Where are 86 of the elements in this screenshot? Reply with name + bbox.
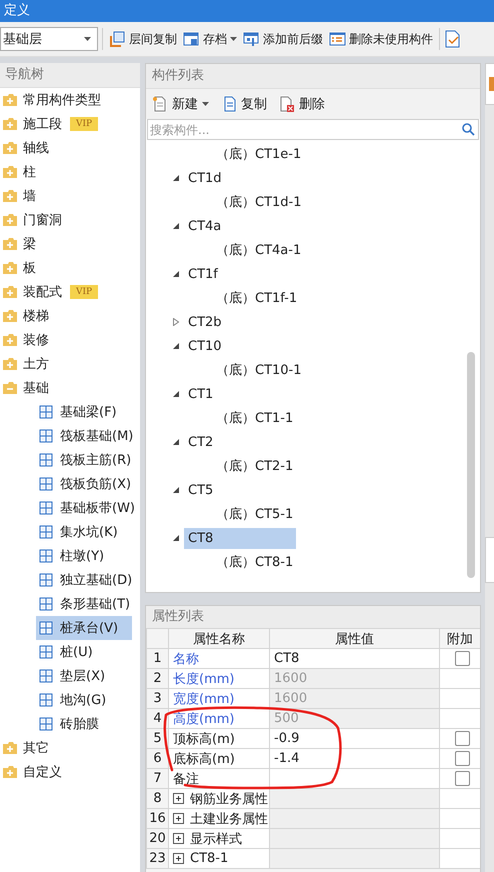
tree-item[interactable]: 柱 (0, 160, 36, 184)
panel-title: 属性列表 (146, 606, 480, 628)
toolbar-button[interactable]: 删除未使用构件 (327, 28, 435, 50)
property-name: 名称 (168, 648, 270, 668)
tree-item[interactable]: 自定义 (0, 760, 62, 784)
tree-item[interactable]: CT1 (184, 384, 218, 404)
toolbar-button[interactable]: 层间复制 (107, 28, 179, 50)
row-number: 16 (146, 808, 168, 828)
tree-item[interactable]: 楼梯 (0, 304, 49, 328)
property-group: 显示样式 (190, 830, 242, 848)
tree-item[interactable]: CT8 (184, 528, 296, 548)
column-header: 属性名称 (168, 628, 270, 648)
tree-item[interactable]: 墙 (0, 184, 36, 208)
tree-item[interactable]: （底）CT2-1 (212, 454, 298, 478)
property-group: 钢筋业务属性 (190, 790, 268, 808)
toolbar-button[interactable]: 删除 (277, 93, 327, 115)
tree-item[interactable]: 筏板主筋(R) (36, 448, 132, 472)
tree-item[interactable]: 板 (0, 256, 36, 280)
property-name: 高度(mm) (168, 708, 270, 728)
tree-item[interactable]: 筏板负筋(X) (36, 472, 132, 496)
tree-item[interactable]: 基础梁(F) (36, 400, 132, 424)
panel-title: 导航树 (0, 63, 140, 88)
tree-item[interactable]: 垫层(X) (36, 664, 132, 688)
tree-item[interactable]: 基础 (0, 376, 49, 400)
row-number: 6 (146, 748, 168, 768)
column-header: 属性值 (270, 628, 440, 648)
row-number: 8 (146, 788, 168, 808)
tree-item[interactable]: CT1f (184, 264, 222, 284)
tree-item[interactable]: CT5 (184, 480, 218, 500)
tree-item[interactable]: 装配式 (0, 280, 62, 304)
tree-item[interactable]: CT1d (184, 168, 226, 188)
tree-item[interactable]: 轴线 (0, 136, 49, 160)
tree-item[interactable]: 施工段 (0, 112, 62, 136)
tree-item[interactable]: （底）CT1f-1 (212, 286, 302, 310)
tree-item[interactable]: 独立基础(D) (36, 568, 132, 592)
tree-item[interactable]: （底）CT4a-1 (212, 238, 306, 262)
property-name: 备注 (168, 768, 270, 788)
property-name: 顶标高(m) (168, 728, 270, 748)
tree-item[interactable]: 条形基础(T) (36, 592, 132, 616)
property-group: CT8-1 (190, 851, 228, 866)
window-title: 定义 (3, 2, 30, 20)
tree-item[interactable]: 筏板基础(M) (36, 424, 132, 448)
tree-item[interactable]: 装修 (0, 328, 49, 352)
tree-item[interactable]: 其它 (0, 736, 49, 760)
value-cell[interactable]: -0.9 (270, 728, 440, 748)
tree-item[interactable]: CT2 (184, 432, 218, 452)
tree-item[interactable]: 地沟(G) (36, 688, 132, 712)
tree-item[interactable]: （底）CT8-1 (212, 550, 298, 574)
row-number: 1 (146, 648, 168, 668)
property-name: 底标高(m) (168, 748, 270, 768)
tree-item[interactable]: CT2b (184, 312, 226, 332)
tree-item[interactable]: （底）CT1-1 (212, 406, 298, 430)
tree-item[interactable]: CT4a (184, 216, 226, 236)
vip-badge: VIP (70, 285, 98, 299)
tree-item[interactable]: CT10 (184, 336, 226, 356)
tree-item[interactable]: 桩(U) (36, 640, 132, 664)
tree-item[interactable]: 桩承台(V) (36, 616, 132, 640)
property-name: 长度(mm) (168, 668, 270, 688)
row-number: 3 (146, 688, 168, 708)
tree-item[interactable]: 梁 (0, 232, 36, 256)
tree-item[interactable]: 砖胎膜 (36, 712, 132, 736)
column-header: 附加 (440, 628, 480, 648)
row-number: 20 (146, 828, 168, 848)
tree-item[interactable]: （底）CT5-1 (212, 502, 298, 526)
tree-item[interactable]: 基础板带(W) (36, 496, 132, 520)
row-number: 7 (146, 768, 168, 788)
toolbar-button[interactable]: 添加前后缀 (241, 28, 325, 50)
toolbar-button[interactable]: 复制 (219, 93, 269, 115)
tree-item[interactable]: （底）CT1e-1 (212, 142, 306, 166)
tree-item[interactable]: 门窗洞 (0, 208, 62, 232)
toolbar-button[interactable]: 新建 (150, 93, 211, 115)
tree-item[interactable]: 柱墩(Y) (36, 544, 132, 568)
tree-item[interactable]: （底）CT10-1 (212, 358, 306, 382)
search-field[interactable]: 搜索构件... (147, 119, 479, 140)
property-group: 土建业务属性 (190, 810, 268, 828)
tree-item[interactable]: 集水坑(K) (36, 520, 132, 544)
vip-badge: VIP (70, 117, 98, 131)
toolbar-button[interactable]: 存档 (181, 28, 239, 50)
floor-select[interactable]: 基础层 (0, 27, 98, 51)
panel-title: 构件列表 (146, 64, 480, 89)
tree-item[interactable]: 常用构件类型 (0, 88, 101, 112)
row-number: 2 (146, 668, 168, 688)
tree-item[interactable]: （底）CT1d-1 (212, 190, 306, 214)
tree-item[interactable]: 土方 (0, 352, 49, 376)
value-cell[interactable]: -1.4 (270, 748, 440, 768)
row-number: 23 (146, 848, 168, 868)
